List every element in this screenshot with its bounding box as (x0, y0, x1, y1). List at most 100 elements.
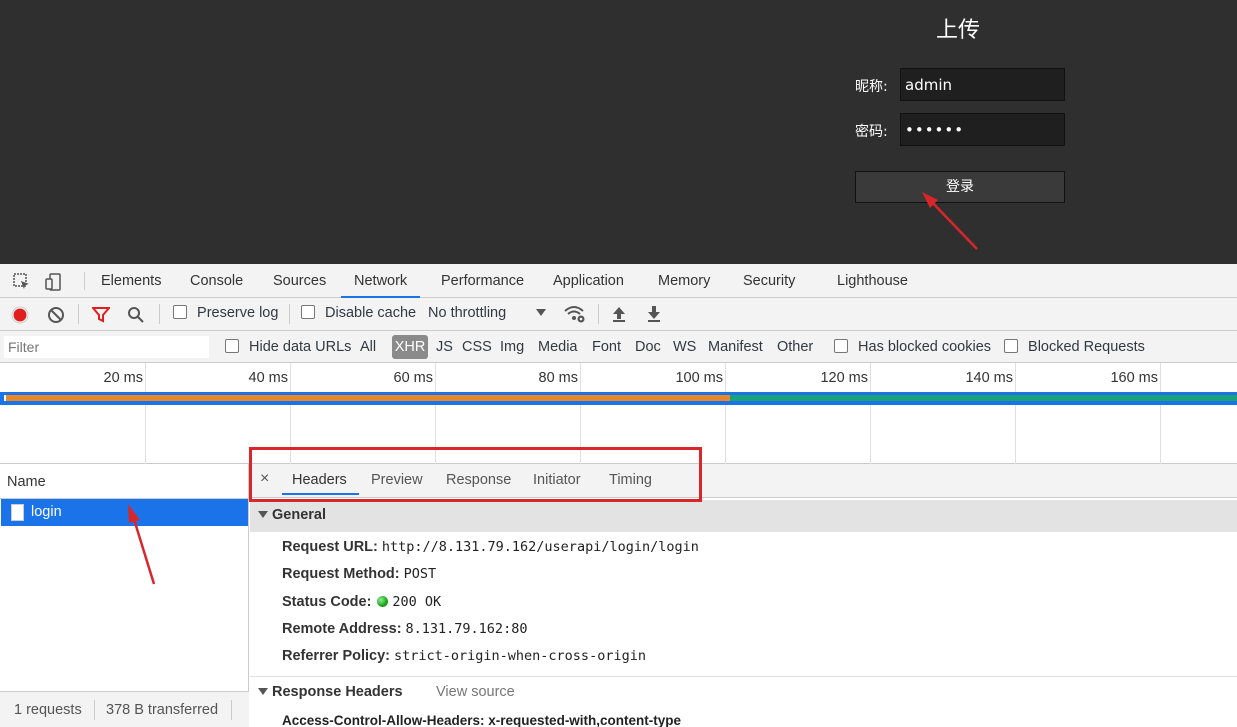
response-headers-title: Response Headers (272, 684, 403, 700)
type-filter-img[interactable]: Img (500, 339, 524, 355)
checkbox-icon (834, 339, 848, 353)
timeline-tick: 140 ms (965, 370, 1013, 386)
request-detail-pane: × Headers Preview Response Initiator Tim… (250, 464, 1237, 727)
nickname-label: 昵称: (855, 79, 888, 95)
preserve-log-checkbox[interactable]: Preserve log (173, 305, 278, 321)
checkbox-icon (1004, 339, 1018, 353)
status-code-row: Status Code: 200 OK (282, 594, 441, 610)
tab-network[interactable]: Network (341, 264, 421, 298)
request-url-value: http://8.131.79.162/userapi/login/login (381, 539, 699, 555)
network-conditions-icon[interactable] (563, 304, 587, 324)
filter-input[interactable] (4, 336, 209, 358)
request-method-value: POST (403, 566, 437, 582)
type-filter-font[interactable]: Font (592, 339, 621, 355)
remote-address-label: Remote Address: (282, 621, 402, 637)
request-count: 1 requests (14, 702, 82, 718)
tab-application[interactable]: Application (553, 264, 624, 298)
view-source-link[interactable]: View source (436, 684, 515, 700)
type-filter-media[interactable]: Media (538, 339, 578, 355)
tab-performance[interactable]: Performance (441, 264, 524, 298)
column-header-name[interactable]: Name (0, 464, 248, 499)
type-filter-ws[interactable]: WS (673, 339, 696, 355)
timeline-tick: 160 ms (1110, 370, 1158, 386)
type-filter-all[interactable]: All (360, 339, 376, 355)
tab-memory[interactable]: Memory (658, 264, 710, 298)
triangle-down-icon (258, 688, 268, 695)
has-blocked-cookies-label: Has blocked cookies (858, 339, 992, 355)
search-icon[interactable] (127, 306, 145, 324)
preserve-log-label: Preserve log (197, 305, 279, 321)
response-header-partial-row: Access-Control-Allow-Headers: x-requeste… (282, 713, 681, 727)
request-url-row: Request URL: http://8.131.79.162/userapi/… (282, 539, 699, 555)
password-label: 密码: (855, 124, 888, 140)
record-icon[interactable] (11, 306, 29, 324)
document-icon (11, 504, 24, 521)
import-har-icon[interactable] (611, 305, 627, 323)
type-filter-js[interactable]: JS (436, 339, 453, 355)
timeline-tick: 60 ms (393, 370, 434, 386)
chevron-down-icon[interactable] (535, 308, 547, 318)
general-section-title: General (272, 507, 326, 523)
type-filter-other[interactable]: Other (777, 339, 813, 355)
timeline-tick: 120 ms (820, 370, 868, 386)
checkbox-icon (301, 305, 315, 319)
hide-data-urls-checkbox[interactable]: Hide data URLs (225, 339, 351, 355)
timeline-tick: 80 ms (538, 370, 579, 386)
login-page: 上传 昵称: admin 密码: •••••• 登录 (0, 0, 1237, 264)
tab-lighthouse[interactable]: Lighthouse (837, 264, 908, 298)
type-filter-doc[interactable]: Doc (635, 339, 661, 355)
tab-sources[interactable]: Sources (273, 264, 326, 298)
status-footer: 1 requests 378 B transferred (0, 691, 249, 727)
checkbox-icon (225, 339, 239, 353)
annotation-arrow-login (922, 192, 978, 250)
annotation-arrow-request (128, 504, 156, 585)
export-har-icon[interactable] (646, 305, 662, 323)
blocked-requests-checkbox[interactable]: Blocked Requests (1004, 339, 1145, 355)
request-method-row: Request Method: POST (282, 566, 436, 582)
filter-icon[interactable] (92, 306, 110, 324)
tab-elements[interactable]: Elements (101, 264, 161, 298)
device-toolbar-icon[interactable] (44, 272, 64, 292)
transferred-size: 378 B transferred (106, 702, 219, 718)
clear-icon[interactable] (47, 306, 65, 324)
password-input[interactable]: •••••• (900, 113, 1065, 146)
has-blocked-cookies-checkbox[interactable]: Has blocked cookies (834, 339, 991, 355)
annotation-highlight-box (249, 447, 702, 502)
type-filter-css[interactable]: CSS (462, 339, 492, 355)
request-method-label: Request Method: (282, 566, 400, 582)
response-headers-section-header[interactable]: Response Headers View source (250, 677, 1237, 709)
timeline-tick: 100 ms (675, 370, 723, 386)
timeline-tick: 40 ms (248, 370, 289, 386)
tab-security[interactable]: Security (743, 264, 795, 298)
request-url-label: Request URL: (282, 539, 378, 555)
timeline-tick: 20 ms (103, 370, 144, 386)
status-code-value: 200 OK (392, 594, 442, 610)
request-name: login (31, 504, 62, 520)
throttling-value: No throttling (428, 305, 507, 321)
disable-cache-checkbox[interactable]: Disable cache (301, 305, 416, 321)
status-ok-icon (377, 596, 389, 607)
remote-address-value: 8.131.79.162:80 (405, 621, 528, 637)
network-filterbar: Hide data URLs All XHR JS CSS Img Media … (0, 331, 1237, 363)
disable-cache-label: Disable cache (325, 305, 417, 321)
tab-console[interactable]: Console (190, 264, 243, 298)
page-title: 上传 (936, 18, 981, 43)
blocked-requests-label: Blocked Requests (1028, 339, 1145, 355)
checkbox-icon (173, 305, 187, 319)
type-filter-manifest[interactable]: Manifest (708, 339, 763, 355)
inspect-element-icon[interactable] (12, 272, 32, 292)
hide-data-urls-label: Hide data URLs (249, 339, 352, 355)
referrer-policy-label: Referrer Policy: (282, 648, 390, 664)
triangle-down-icon (258, 511, 268, 518)
throttling-select[interactable]: No throttling (428, 305, 506, 321)
network-toolbar: Preserve log Disable cache No throttling (0, 298, 1237, 331)
type-filter-xhr[interactable]: XHR (392, 335, 428, 359)
referrer-policy-row: Referrer Policy: strict-origin-when-cross… (282, 648, 646, 664)
status-code-label: Status Code: (282, 594, 372, 610)
devtools-tabbar: Elements Console Sources Network Perform… (0, 264, 1237, 298)
general-section-header[interactable]: General (250, 500, 1237, 532)
referrer-policy-value: strict-origin-when-cross-origin (394, 648, 646, 664)
remote-address-row: Remote Address: 8.131.79.162:80 (282, 621, 527, 637)
response-header-partial: Access-Control-Allow-Headers: x-requeste… (282, 713, 682, 727)
nickname-input[interactable]: admin (900, 68, 1065, 101)
